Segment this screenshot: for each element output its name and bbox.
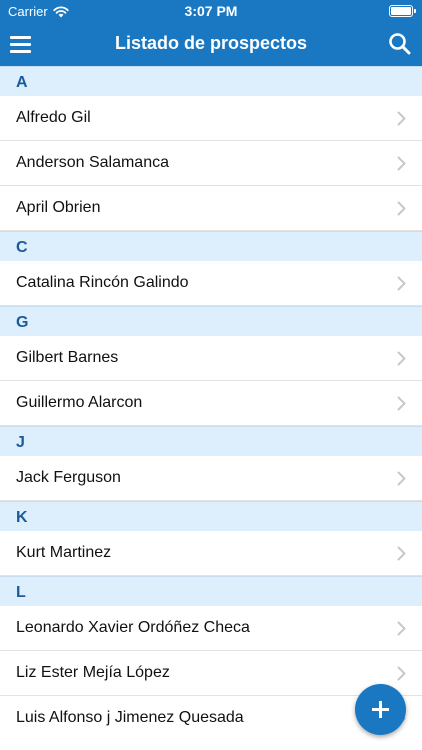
section-header: C bbox=[0, 231, 422, 261]
section-header: K bbox=[0, 501, 422, 531]
prospect-row[interactable]: Kurt Martinez bbox=[0, 531, 422, 576]
prospect-name: Jack Ferguson bbox=[16, 469, 121, 486]
chevron-right-icon bbox=[397, 666, 406, 681]
prospect-name: Leonardo Xavier Ordóñez Checa bbox=[16, 619, 250, 636]
add-prospect-button[interactable] bbox=[355, 684, 406, 735]
prospect-name: April Obrien bbox=[16, 199, 101, 216]
battery-icon bbox=[389, 5, 416, 17]
navigation-bar: Listado de prospectos bbox=[0, 22, 422, 66]
prospect-row[interactable]: Liz Ester Mejía López bbox=[0, 651, 422, 696]
prospect-row[interactable]: Leonardo Xavier Ordóñez Checa bbox=[0, 606, 422, 651]
chevron-right-icon bbox=[397, 111, 406, 126]
prospect-row[interactable]: Anderson Salamanca bbox=[0, 141, 422, 186]
chevron-right-icon bbox=[397, 621, 406, 636]
prospect-name: Catalina Rincón Galindo bbox=[16, 274, 189, 291]
prospect-row[interactable]: Catalina Rincón Galindo bbox=[0, 261, 422, 306]
prospect-name: Luis Alfonso j Jimenez Quesada bbox=[16, 709, 244, 726]
chevron-right-icon bbox=[397, 546, 406, 561]
prospect-row[interactable]: Jack Ferguson bbox=[0, 456, 422, 501]
prospect-row[interactable]: April Obrien bbox=[0, 186, 422, 231]
section-header: J bbox=[0, 426, 422, 456]
chevron-right-icon bbox=[397, 396, 406, 411]
prospect-name: Anderson Salamanca bbox=[16, 154, 169, 171]
status-bar: Carrier 3:07 PM bbox=[0, 0, 422, 22]
chevron-right-icon bbox=[397, 276, 406, 291]
plus-icon-vertical bbox=[379, 701, 382, 718]
prospect-list[interactable]: A Alfredo Gil Anderson Salamanca April Obri… bbox=[0, 66, 422, 750]
chevron-right-icon bbox=[397, 351, 406, 366]
prospect-row[interactable]: Alfredo Gil bbox=[0, 96, 422, 141]
prospect-row[interactable]: Gilbert Barnes bbox=[0, 336, 422, 381]
section-header: L bbox=[0, 576, 422, 606]
prospect-name: Liz Ester Mejía López bbox=[16, 664, 170, 681]
chevron-right-icon bbox=[397, 156, 406, 171]
page-title: Listado de prospectos bbox=[114, 33, 308, 53]
chevron-right-icon bbox=[397, 471, 406, 486]
prospect-name: Gilbert Barnes bbox=[16, 349, 119, 366]
prospect-name: Kurt Martinez bbox=[16, 544, 112, 561]
prospect-row[interactable]: Guillermo Alarcon bbox=[0, 381, 422, 426]
section-header: A bbox=[0, 66, 422, 96]
section-header: G bbox=[0, 306, 422, 336]
prospect-name: Guillermo Alarcon bbox=[16, 394, 143, 411]
prospect-name: Alfredo Gil bbox=[16, 109, 91, 126]
chevron-right-icon bbox=[397, 201, 406, 216]
status-time: 3:07 PM bbox=[184, 3, 238, 19]
search-icon[interactable] bbox=[386, 30, 414, 58]
